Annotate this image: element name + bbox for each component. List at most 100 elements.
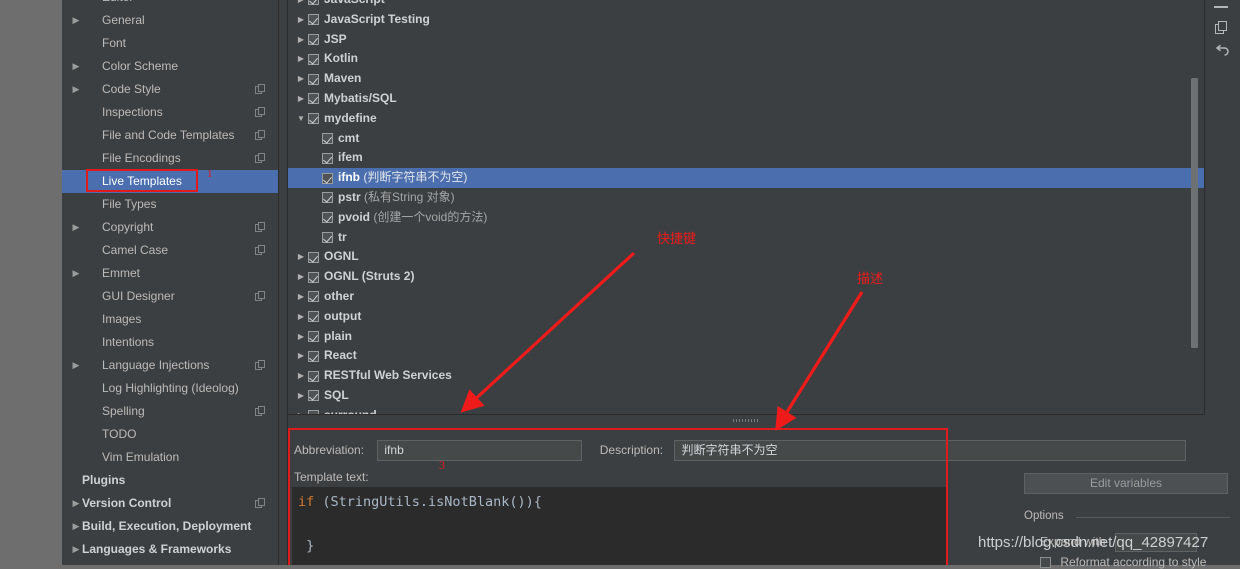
template-checkbox[interactable] bbox=[308, 0, 319, 6]
template-checkbox[interactable] bbox=[322, 192, 333, 204]
sidebar-item-vim-emulation[interactable]: Vim Emulation bbox=[62, 446, 278, 469]
template-tree-scrollbar[interactable] bbox=[1189, 0, 1200, 414]
chevron-right-icon[interactable]: ▶ bbox=[294, 267, 308, 287]
template-row[interactable]: cmt bbox=[288, 129, 1204, 149]
template-checkbox[interactable] bbox=[308, 34, 319, 45]
sidebar-item-camel-case[interactable]: Camel Case bbox=[62, 239, 278, 262]
template-text-editor[interactable]: if (StringUtils.isNotBlank()){ } bbox=[292, 487, 946, 565]
revert-template-button[interactable] bbox=[1211, 40, 1233, 62]
template-row[interactable]: pstr (私有String 对象) bbox=[288, 188, 1204, 208]
chevron-right-icon[interactable]: ▶ bbox=[294, 287, 308, 307]
sidebar-item-language-injections[interactable]: ▶ Language Injections bbox=[62, 354, 278, 377]
chevron-right-icon[interactable]: ▶ bbox=[70, 538, 82, 561]
chevron-down-icon[interactable]: ▼ bbox=[70, 0, 82, 9]
chevron-right-icon[interactable]: ▶ bbox=[294, 406, 308, 414]
sidebar-item-live-templates[interactable]: Live Templates bbox=[62, 170, 278, 193]
template-row[interactable]: ▶ JavaScript bbox=[288, 0, 1204, 10]
template-checkbox[interactable] bbox=[322, 172, 333, 184]
chevron-right-icon[interactable]: ▶ bbox=[70, 9, 82, 32]
template-row[interactable]: ifnb (判断字符串不为空) bbox=[288, 168, 1204, 188]
chevron-right-icon[interactable]: ▶ bbox=[70, 515, 82, 538]
sidebar-item-build-execution-deployment[interactable]: ▶ Build, Execution, Deployment bbox=[62, 515, 278, 538]
chevron-right-icon[interactable]: ▶ bbox=[70, 262, 82, 285]
template-checkbox[interactable] bbox=[322, 212, 333, 224]
template-row[interactable]: ▶ React bbox=[288, 346, 1204, 366]
template-checkbox[interactable] bbox=[308, 370, 319, 382]
sidebar-item-emmet[interactable]: ▶ Emmet bbox=[62, 262, 278, 285]
template-group-tree[interactable]: ▶ JavaScript ▶ JavaScript Testing ▶ JSP ▶ Kotli… bbox=[288, 0, 1204, 415]
sidebar-item-spelling[interactable]: Spelling bbox=[62, 400, 278, 423]
template-row[interactable]: ▶ other bbox=[288, 287, 1204, 307]
sidebar-item-file-encodings[interactable]: File Encodings bbox=[62, 147, 278, 170]
chevron-right-icon[interactable]: ▶ bbox=[70, 354, 82, 377]
sidebar-item-inspections[interactable]: Inspections bbox=[62, 101, 278, 124]
template-row[interactable]: ▶ OGNL bbox=[288, 247, 1204, 267]
chevron-right-icon[interactable]: ▶ bbox=[70, 492, 82, 515]
template-checkbox[interactable] bbox=[308, 73, 319, 85]
sidebar-item-images[interactable]: Images bbox=[62, 308, 278, 331]
template-checkbox[interactable] bbox=[308, 271, 319, 283]
reformat-row[interactable]: Reformat according to style bbox=[1040, 555, 1206, 569]
sidebar-item-version-control[interactable]: ▶ Version Control bbox=[62, 492, 278, 515]
sidebar-item-general[interactable]: ▶ General bbox=[62, 9, 278, 32]
chevron-right-icon[interactable]: ▶ bbox=[294, 386, 308, 406]
chevron-right-icon[interactable]: ▶ bbox=[294, 366, 308, 386]
chevron-right-icon[interactable]: ▶ bbox=[294, 30, 308, 50]
sidebar-item-font[interactable]: Font bbox=[62, 32, 278, 55]
template-row[interactable]: tr bbox=[288, 228, 1204, 248]
sidebar-item-gui-designer[interactable]: GUI Designer bbox=[62, 285, 278, 308]
template-row[interactable]: ▶ SQL bbox=[288, 386, 1204, 406]
scrollbar-thumb[interactable] bbox=[1191, 78, 1198, 348]
template-row[interactable]: ifem bbox=[288, 148, 1204, 168]
template-checkbox[interactable] bbox=[322, 132, 333, 144]
panel-divider[interactable] bbox=[278, 0, 288, 565]
template-row[interactable]: ▶ output bbox=[288, 307, 1204, 327]
template-row[interactable]: ▶ Maven bbox=[288, 69, 1204, 89]
template-row[interactable]: ▶ plain bbox=[288, 327, 1204, 347]
sidebar-item-color-scheme[interactable]: ▶ Color Scheme bbox=[62, 55, 278, 78]
edit-variables-button[interactable]: Edit variables bbox=[1024, 473, 1228, 494]
chevron-right-icon[interactable]: ▶ bbox=[294, 346, 308, 366]
template-row[interactable]: ▶ surround bbox=[288, 406, 1204, 414]
sidebar-item-editor[interactable]: ▼ Editor bbox=[62, 0, 278, 9]
sidebar-item-log-highlighting-ideolog[interactable]: Log Highlighting (Ideolog) bbox=[62, 377, 278, 400]
template-row[interactable]: ▶ Mybatis/SQL bbox=[288, 89, 1204, 109]
template-checkbox[interactable] bbox=[308, 93, 319, 105]
duplicate-template-button[interactable] bbox=[1211, 17, 1233, 39]
template-checkbox[interactable] bbox=[308, 251, 319, 263]
chevron-right-icon[interactable]: ▶ bbox=[294, 49, 308, 69]
template-checkbox[interactable] bbox=[308, 311, 319, 323]
chevron-right-icon[interactable]: ▶ bbox=[70, 55, 82, 78]
chevron-right-icon[interactable]: ▶ bbox=[70, 216, 82, 239]
template-checkbox[interactable] bbox=[322, 152, 333, 164]
sidebar-item-file-and-code-templates[interactable]: File and Code Templates bbox=[62, 124, 278, 147]
template-checkbox[interactable] bbox=[308, 291, 319, 303]
reformat-checkbox[interactable] bbox=[1040, 557, 1051, 569]
chevron-right-icon[interactable]: ▶ bbox=[70, 78, 82, 101]
chevron-right-icon[interactable]: ▶ bbox=[294, 327, 308, 347]
sidebar-item-code-style[interactable]: ▶ Code Style bbox=[62, 78, 278, 101]
sidebar-item-plugins[interactable]: Plugins bbox=[62, 469, 278, 492]
template-checkbox[interactable] bbox=[308, 330, 319, 342]
template-checkbox[interactable] bbox=[308, 14, 319, 26]
template-checkbox[interactable] bbox=[308, 113, 319, 125]
template-checkbox[interactable] bbox=[322, 231, 333, 243]
abbreviation-input[interactable]: ifnb bbox=[377, 440, 583, 462]
template-row[interactable]: ▶ OGNL (Struts 2) bbox=[288, 267, 1204, 287]
remove-template-button[interactable] bbox=[1211, 0, 1233, 18]
sidebar-item-file-types[interactable]: File Types bbox=[62, 193, 278, 216]
chevron-right-icon[interactable]: ▶ bbox=[294, 307, 308, 327]
sidebar-item-copyright[interactable]: ▶ Copyright bbox=[62, 216, 278, 239]
template-checkbox[interactable] bbox=[308, 53, 319, 65]
chevron-right-icon[interactable]: ▶ bbox=[294, 0, 308, 10]
sidebar-item-todo[interactable]: TODO bbox=[62, 423, 278, 446]
sidebar-item-languages-frameworks[interactable]: ▶ Languages & Frameworks bbox=[62, 538, 278, 561]
template-checkbox[interactable] bbox=[308, 350, 319, 362]
template-row[interactable]: ▶ JavaScript Testing bbox=[288, 10, 1204, 30]
chevron-down-icon[interactable]: ▼ bbox=[294, 109, 308, 129]
sidebar-item-intentions[interactable]: Intentions bbox=[62, 331, 278, 354]
template-row[interactable]: pvoid (创建一个void的方法) bbox=[288, 208, 1204, 228]
template-row[interactable]: ▶ JSP bbox=[288, 30, 1204, 50]
template-row[interactable]: ▶ RESTful Web Services bbox=[288, 366, 1204, 386]
settings-category-tree[interactable]: ▼ Editor ▶ General Font ▶ Color Scheme ▶ Code St… bbox=[62, 0, 278, 565]
